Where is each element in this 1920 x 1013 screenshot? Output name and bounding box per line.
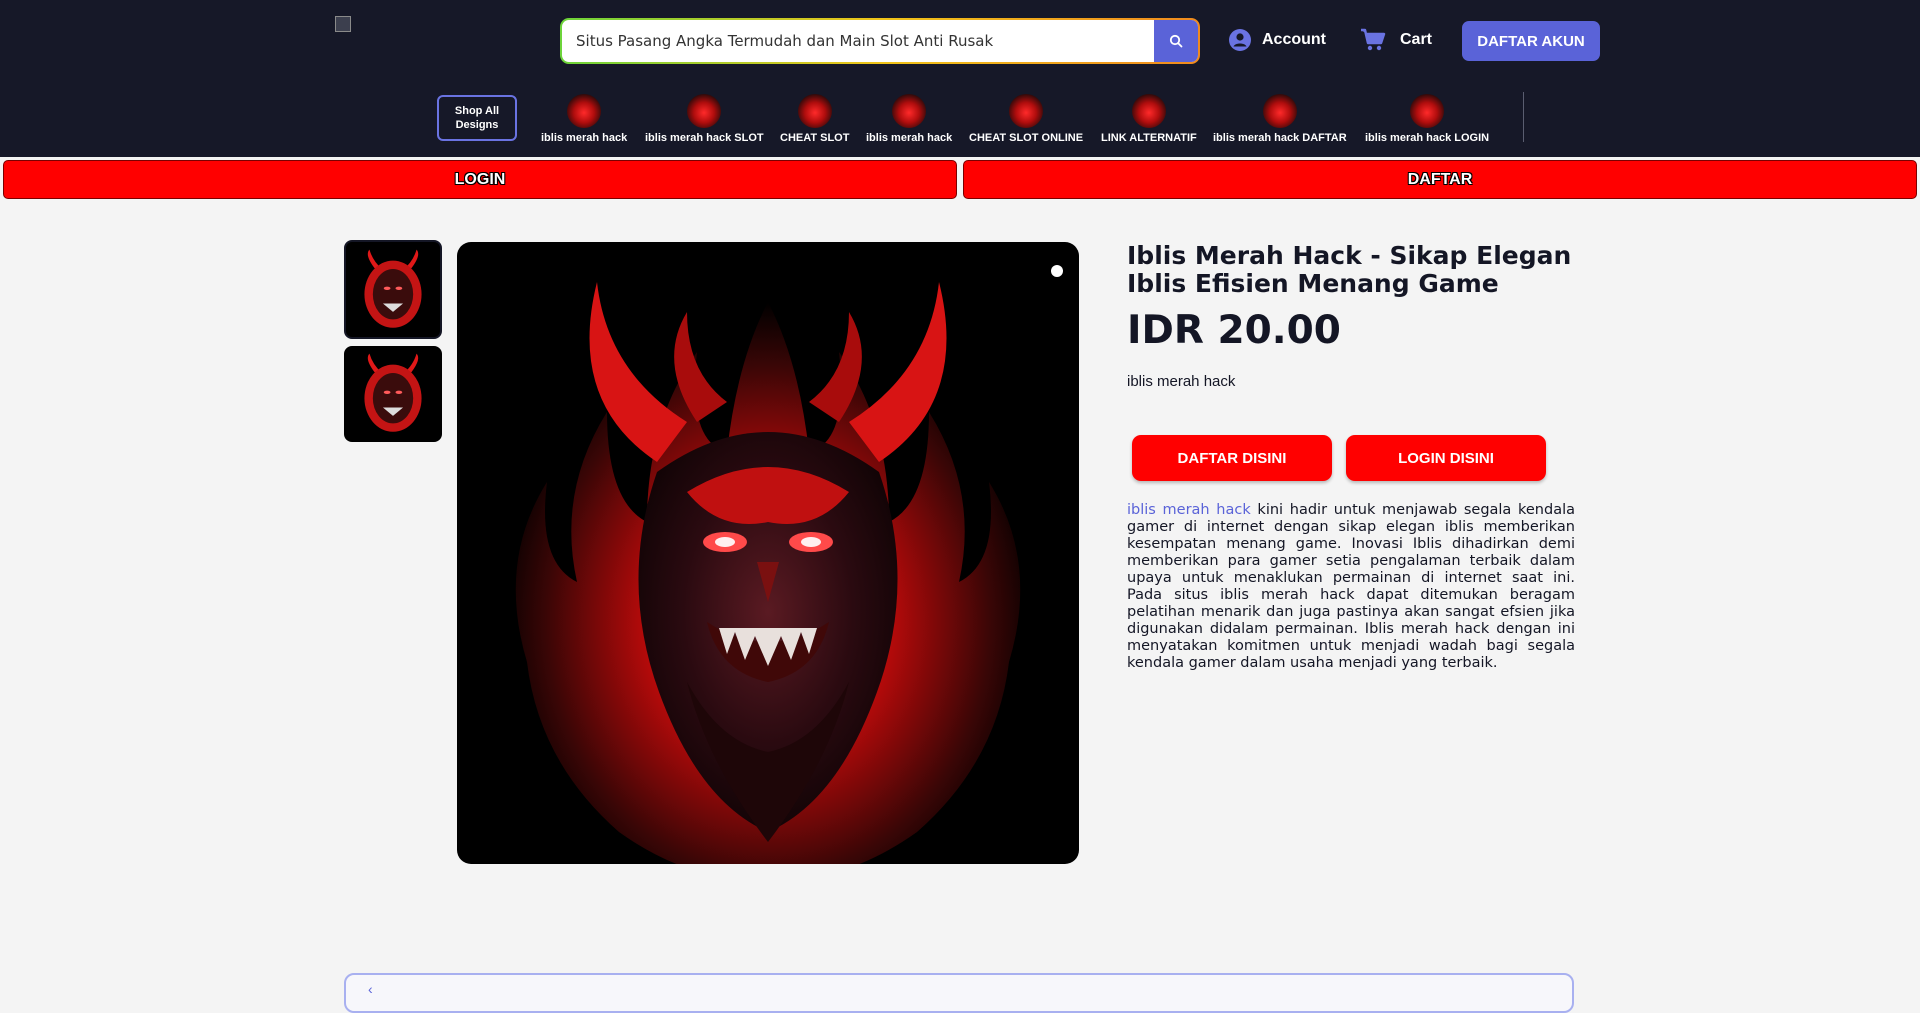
product-subtitle: iblis merah hack <box>1127 373 1236 390</box>
nav-thumbnail <box>1009 94 1044 128</box>
nav-thumbnail <box>1131 94 1166 128</box>
nav-item-2[interactable]: iblis merah hack SLOT <box>645 94 764 144</box>
cart-link[interactable]: Cart <box>1360 28 1432 52</box>
nav-item-8[interactable]: iblis merah hack LOGIN <box>1365 94 1489 144</box>
demon-thumbnail-image <box>364 353 422 432</box>
daftar-akun-button[interactable]: DAFTAR AKUN <box>1462 21 1600 61</box>
nav-item-5[interactable]: CHEAT SLOT ONLINE <box>969 94 1083 144</box>
nav-item-7[interactable]: iblis merah hack DAFTAR <box>1213 94 1347 144</box>
red-demon-illustration <box>515 282 1021 864</box>
bottom-panel: ‹ <box>344 973 1574 1013</box>
broken-logo-image[interactable] <box>335 16 351 32</box>
product-price: IDR 20.00 <box>1127 308 1341 353</box>
account-label: Account <box>1262 31 1326 48</box>
nav-item-label: iblis merah hack SLOT <box>645 132 764 144</box>
nav-thumbnail <box>1262 94 1297 128</box>
product-thumbnail-2[interactable] <box>344 346 442 442</box>
product-title: Iblis Merah Hack - Sikap Elegan Iblis Ef… <box>1127 241 1572 298</box>
carousel-dot[interactable] <box>1051 265 1063 277</box>
product-description: iblis merah hack kini hadir untuk menjaw… <box>1127 502 1575 672</box>
search-input[interactable] <box>562 20 1154 62</box>
account-link[interactable]: Account <box>1228 28 1326 52</box>
login-bar-button[interactable]: LOGIN <box>3 160 957 199</box>
nav-item-label: CHEAT SLOT ONLINE <box>969 132 1084 144</box>
nav-thumbnail <box>1410 94 1445 128</box>
nav-item-label: iblis merah hack LOGIN <box>1365 132 1490 144</box>
user-icon <box>1229 29 1251 51</box>
nav-divider <box>1523 92 1524 142</box>
nav-thumbnail <box>687 94 722 128</box>
nav-thumbnail <box>567 94 602 128</box>
nav-item-label: CHEAT SLOT <box>780 132 850 144</box>
daftar-bar-button[interactable]: DAFTAR <box>963 160 1917 199</box>
search-icon <box>1169 34 1183 48</box>
nav-item-label: iblis merah hack DAFTAR <box>1213 132 1347 144</box>
product-main-image[interactable] <box>457 242 1079 864</box>
nav-thumbnail <box>892 94 927 128</box>
nav-item-label: iblis merah hack <box>541 132 628 144</box>
nav-item-label: iblis merah hack <box>866 132 953 144</box>
chevron-icon[interactable]: ‹ <box>368 981 373 997</box>
nav-item-4[interactable]: iblis merah hack <box>866 94 952 144</box>
cart-icon <box>1361 28 1386 51</box>
product-thumbnail-1[interactable] <box>344 240 442 339</box>
nav-item-label: LINK ALTERNATIF <box>1101 132 1197 144</box>
site-header: Account Cart DAFTAR AKUN Shop All Design… <box>0 0 1920 157</box>
shop-all-designs-button[interactable]: Shop All Designs <box>437 95 517 141</box>
nav-item-3[interactable]: CHEAT SLOT <box>780 94 849 144</box>
description-text: kini hadir untuk menjawab segala kendala… <box>1127 502 1575 671</box>
cart-label: Cart <box>1400 31 1433 48</box>
daftar-disini-button[interactable]: DAFTAR DISINI <box>1132 435 1332 481</box>
search-bar <box>560 18 1200 64</box>
category-nav: Shop All Designs iblis merah hack iblis … <box>0 88 1920 154</box>
nav-item-6[interactable]: LINK ALTERNATIF <box>1101 94 1197 144</box>
login-disini-button[interactable]: LOGIN DISINI <box>1346 435 1546 481</box>
nav-thumbnail <box>797 94 832 128</box>
demon-thumbnail-image <box>364 249 422 328</box>
nav-item-1[interactable]: iblis merah hack <box>541 94 627 144</box>
description-link[interactable]: iblis merah hack <box>1127 502 1251 518</box>
search-button[interactable] <box>1154 20 1198 62</box>
